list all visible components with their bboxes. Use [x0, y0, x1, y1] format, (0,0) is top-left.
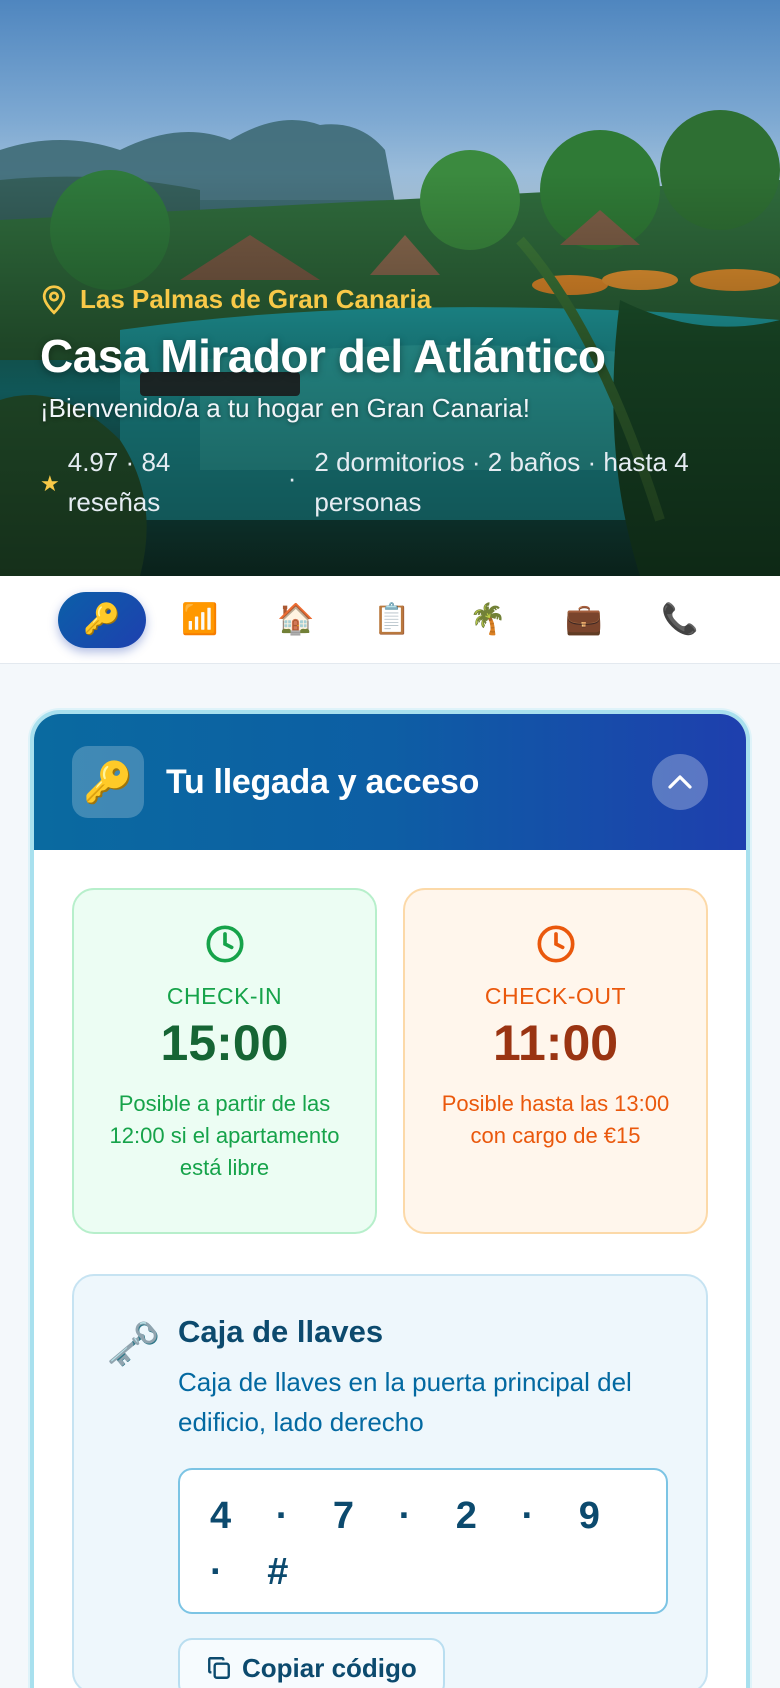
- keybox-content: Caja de llaves Caja de llaves en la puer…: [178, 1314, 674, 1688]
- arrival-access-card: 🔑 Tu llegada y acceso CHECK-IN 15:00 Pos…: [30, 710, 750, 1688]
- house-icon: 🏠: [277, 603, 315, 636]
- collapse-button[interactable]: [652, 754, 708, 810]
- card-header[interactable]: 🔑 Tu llegada y acceso: [34, 714, 746, 850]
- phone-icon: 📞: [661, 603, 699, 636]
- checkout-time: 11:00: [492, 1015, 619, 1071]
- star-icon: ★: [40, 471, 60, 496]
- location-pin-icon: [42, 284, 66, 315]
- clock-icon: [537, 925, 574, 963]
- checkin-note: Posible a partir de las 12:00 si el apar…: [109, 1091, 340, 1180]
- welcome-subtitle: ¡Bienvenido/a a tu hogar en Gran Canaria…: [40, 393, 530, 423]
- checkin-label: CHECK-IN: [166, 983, 283, 1009]
- wifi-signal-icon: 📶: [181, 603, 219, 636]
- rating-reviews: 4.97 · 84 reseñas: [67, 447, 171, 517]
- hero-banner: Las Palmas de Gran Canaria Casa Mirador …: [0, 0, 780, 576]
- keybox-title: Caja de llaves: [178, 1314, 384, 1349]
- keybox-panel: 🗝️ Caja de llaves Caja de llaves en la p…: [72, 1274, 708, 1688]
- tab-checkout[interactable]: 💼: [536, 592, 632, 648]
- tab-rules[interactable]: 📋: [344, 592, 440, 648]
- key-icon: 🔑: [83, 603, 121, 636]
- copy-icon: [208, 1657, 230, 1679]
- luggage-icon: 💼: [565, 603, 603, 636]
- tab-house[interactable]: 🏠: [248, 592, 344, 648]
- copy-code-label: Copiar código: [242, 1652, 417, 1683]
- meta-separator: ·: [287, 463, 297, 493]
- checkout-box: CHECK-OUT 11:00 Posible hasta las 13:00 …: [403, 888, 708, 1234]
- keybox-description: Caja de llaves en la puerta principal de…: [178, 1367, 632, 1437]
- hero-info: Las Palmas de Gran Canaria Casa Mirador …: [40, 284, 740, 522]
- clipboard-icon: 📋: [373, 603, 411, 636]
- property-details: 2 dormitorios · 2 baños · hasta 4 person…: [314, 447, 689, 517]
- section-tab-bar: 🔑 📶 🏠 📋 🌴 💼 📞: [0, 576, 780, 664]
- checkin-box: CHECK-IN 15:00 Posible a partir de las 1…: [72, 888, 377, 1234]
- location-row: Las Palmas de Gran Canaria: [40, 284, 740, 315]
- tab-contact[interactable]: 📞: [632, 592, 728, 648]
- property-meta: ★ 4.97 · 84 reseñas · 2 dormitorios · 2 …: [40, 442, 740, 522]
- palm-tree-icon: 🌴: [469, 603, 507, 636]
- copy-code-button[interactable]: Copiar código: [178, 1638, 445, 1688]
- key-icon: 🔑: [72, 746, 144, 818]
- old-key-icon: 🗝️: [106, 1320, 161, 1369]
- keybox-code[interactable]: 4 · 7 · 2 · 9 · #: [178, 1468, 668, 1614]
- location-text: Las Palmas de Gran Canaria: [80, 284, 432, 314]
- clock-icon: [206, 925, 243, 963]
- tab-arrival-key[interactable]: 🔑: [58, 591, 146, 648]
- chevron-up-icon: [668, 775, 692, 789]
- checkin-time: 15:00: [160, 1015, 289, 1071]
- property-title: Casa Mirador del Atlántico: [40, 330, 606, 382]
- checkout-label: CHECK-OUT: [484, 983, 627, 1009]
- checkout-note: Posible hasta las 13:00 con cargo de €15: [441, 1091, 670, 1148]
- checkin-checkout-row: CHECK-IN 15:00 Posible a partir de las 1…: [34, 850, 746, 1234]
- tab-activities[interactable]: 🌴: [440, 592, 536, 648]
- tab-wifi[interactable]: 📶: [152, 592, 248, 648]
- section-title: Tu llegada y acceso: [166, 762, 480, 801]
